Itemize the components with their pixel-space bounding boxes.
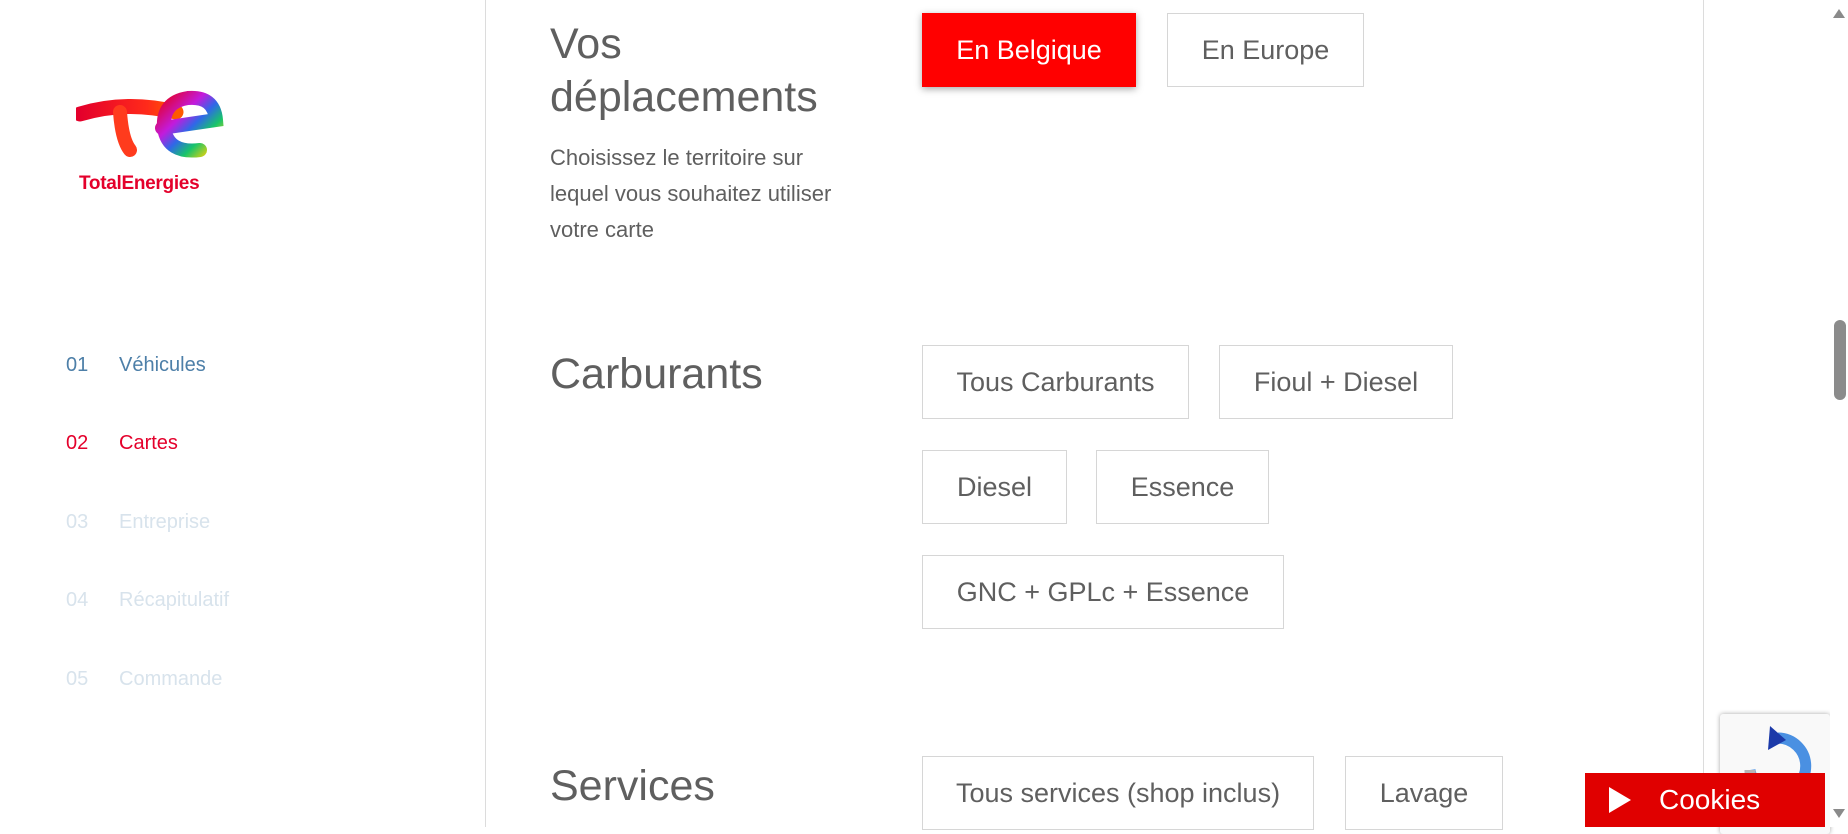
step-number: 02 [66,431,89,454]
step-label: Commande [119,667,223,690]
option-tous-services[interactable]: Tous services (shop inclus) [922,756,1314,830]
section-description-deplacements: Choisissez le territoire sur lequel vous… [550,145,832,242]
option-gnc-gplc-essence[interactable]: GNC + GPLc + Essence [922,555,1284,629]
step-recapitulatif: 04 Récapitulatif [66,585,366,615]
step-number: 05 [66,667,89,690]
scroll-down-arrow-icon[interactable] [1833,809,1845,818]
section-title-deplacements: Vos déplacements [550,18,818,124]
step-number: 04 [66,588,89,611]
section-title-services: Services [550,762,715,810]
step-commande: 05 Commande [66,664,366,694]
step-entreprise: 03 Entreprise [66,507,366,537]
step-label: Cartes [119,431,178,454]
step-label: Récapitulatif [119,588,230,611]
step-number: 03 [66,510,89,533]
scrollbar-thumb[interactable] [1834,320,1846,400]
title-line: Vos [550,20,622,68]
step-number: 01 [66,353,89,376]
option-en-belgique[interactable]: En Belgique [922,13,1136,87]
play-icon [1609,787,1631,813]
step-label: Véhicules [119,353,206,376]
step-label: Entreprise [119,510,211,533]
cookies-label: Cookies [1659,784,1761,815]
scroll-up-arrow-icon[interactable] [1833,9,1845,18]
step-vehicules[interactable]: 01 Véhicules [66,350,366,380]
option-en-europe[interactable]: En Europe [1167,13,1364,87]
scrollbar[interactable] [1830,0,1848,827]
section-title-carburants: Carburants [550,350,763,398]
option-tous-carburants[interactable]: Tous Carburants [922,345,1189,419]
logo-text: TotalEnergies [79,173,200,194]
option-fioul-diesel[interactable]: Fioul + Diesel [1219,345,1453,419]
totalenergies-logo[interactable]: TotalEnergies [76,90,226,202]
sidebar: TotalEnergies 01 Véhicules 02 Cartes 03 … [0,0,486,827]
content-divider [1703,0,1704,827]
title-line: déplacements [550,73,818,121]
option-essence[interactable]: Essence [1096,450,1269,524]
option-diesel[interactable]: Diesel [922,450,1067,524]
step-cartes[interactable]: 02 Cartes [66,428,366,458]
logo-mark-icon [76,90,224,158]
cookies-button[interactable]: Cookies [1585,773,1825,827]
option-lavage[interactable]: Lavage [1345,756,1503,830]
